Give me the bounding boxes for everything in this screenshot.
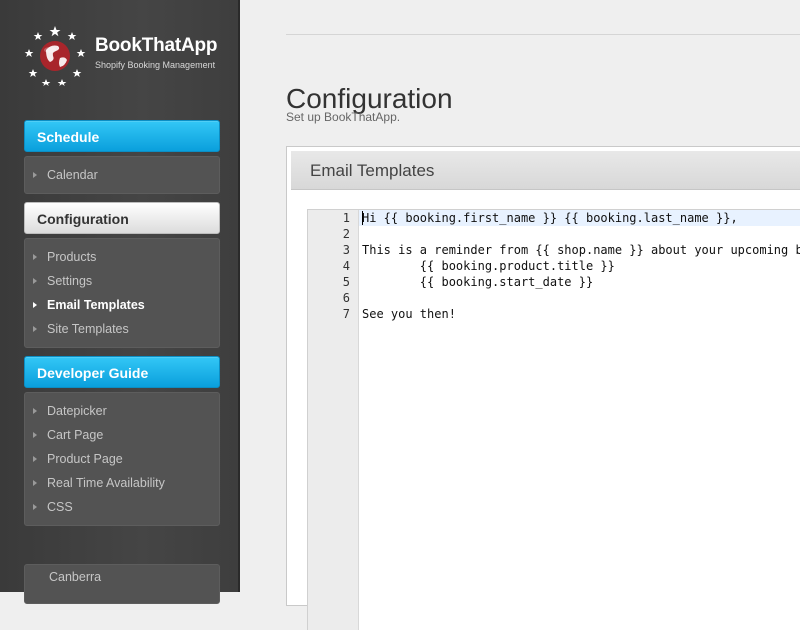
sidebar-item-label: Settings: [47, 274, 93, 288]
sidebar-item-label: Email Templates: [47, 298, 145, 312]
chevron-right-icon: [33, 503, 37, 510]
card-title: Email Templates: [310, 161, 435, 180]
sidebar-item-label: Site Templates: [47, 322, 129, 336]
chevron-right-icon: [33, 253, 37, 260]
sidebar-item-datepicker[interactable]: Datepicker: [33, 401, 107, 421]
sidebar: BookThatApp Shopify Booking Management S…: [0, 0, 240, 604]
brand-name: BookThatApp: [95, 35, 218, 56]
sidebar-item-label: Products: [47, 250, 97, 264]
chevron-right-icon: [33, 277, 37, 284]
sidebar-item-label: Product Page: [47, 452, 123, 466]
code-line[interactable]: See you then!: [362, 306, 456, 322]
chevron-right-icon: [33, 301, 37, 308]
sidebar-item-label: Real Time Availability: [47, 476, 165, 490]
sidebar-item-settings[interactable]: Settings: [33, 271, 92, 291]
section-schedule-header[interactable]: Schedule: [24, 120, 220, 152]
page-subtitle: Set up BookThatApp.: [286, 110, 401, 124]
line-number: 2: [342, 227, 350, 241]
line-number: 3: [342, 243, 350, 257]
sidebar-item-cart-page[interactable]: Cart Page: [33, 425, 103, 445]
code-line[interactable]: Hi {{ booking.first_name }} {{ booking.l…: [362, 210, 738, 226]
text-cursor: [362, 211, 363, 225]
chevron-right-icon: [33, 407, 37, 414]
email-templates-card: Email Templates 1 2 3 4 5 6 7 Hi {{ book…: [286, 146, 800, 630]
configuration-panel: Products Settings Email Templates Site T…: [24, 238, 220, 348]
globe-stars-icon: [24, 26, 86, 86]
section-developer-guide-header[interactable]: Developer Guide: [24, 356, 220, 388]
line-number: 4: [342, 259, 350, 273]
line-number: 1: [342, 211, 350, 225]
chevron-right-icon: [33, 431, 37, 438]
sidebar-item-real-time-availability[interactable]: Real Time Availability: [33, 473, 165, 493]
sidebar-item-products[interactable]: Products: [33, 247, 96, 267]
chevron-right-icon: [33, 325, 37, 332]
line-number: 6: [342, 291, 350, 305]
sidebar-item-label: Cart Page: [47, 428, 104, 442]
chevron-right-icon: [33, 455, 37, 462]
sidebar-item-calendar[interactable]: Calendar: [33, 165, 98, 185]
brand-tagline: Shopify Booking Management: [95, 60, 216, 70]
footer-panel[interactable]: Canberra: [24, 564, 220, 604]
schedule-panel: Calendar: [24, 156, 220, 194]
code-line[interactable]: This is a reminder from {{ shop.name }} …: [362, 242, 800, 258]
top-divider: [286, 34, 800, 35]
footer-item-canberra: Canberra: [49, 570, 102, 584]
developer-guide-panel: Datepicker Cart Page Product Page Real T…: [24, 392, 220, 526]
sidebar-item-product-page[interactable]: Product Page: [33, 449, 123, 469]
main-content: Configuration Set up BookThatApp. Email …: [242, 0, 800, 630]
section-configuration-header[interactable]: Configuration: [24, 202, 220, 234]
sidebar-item-css[interactable]: CSS: [33, 497, 73, 517]
code-line[interactable]: {{ booking.product.title }}: [362, 258, 615, 274]
sidebar-item-label: Datepicker: [47, 404, 107, 418]
line-number-gutter: 1 2 3 4 5 6 7: [308, 210, 359, 630]
sidebar-item-email-templates[interactable]: Email Templates: [33, 295, 145, 315]
code-editor[interactable]: 1 2 3 4 5 6 7 Hi {{ booking.first_name }…: [307, 209, 800, 630]
sidebar-item-label: Calendar: [47, 168, 98, 182]
sidebar-item-label: CSS: [47, 500, 73, 514]
chevron-right-icon: [33, 479, 37, 486]
line-number: 5: [342, 275, 350, 289]
code-line[interactable]: {{ booking.start_date }}: [362, 274, 593, 290]
card-header: Email Templates: [291, 151, 800, 190]
brand-logo[interactable]: BookThatApp Shopify Booking Management: [24, 24, 224, 86]
sidebar-item-site-templates[interactable]: Site Templates: [33, 319, 129, 339]
chevron-right-icon: [33, 171, 37, 178]
line-number: 7: [342, 307, 350, 321]
